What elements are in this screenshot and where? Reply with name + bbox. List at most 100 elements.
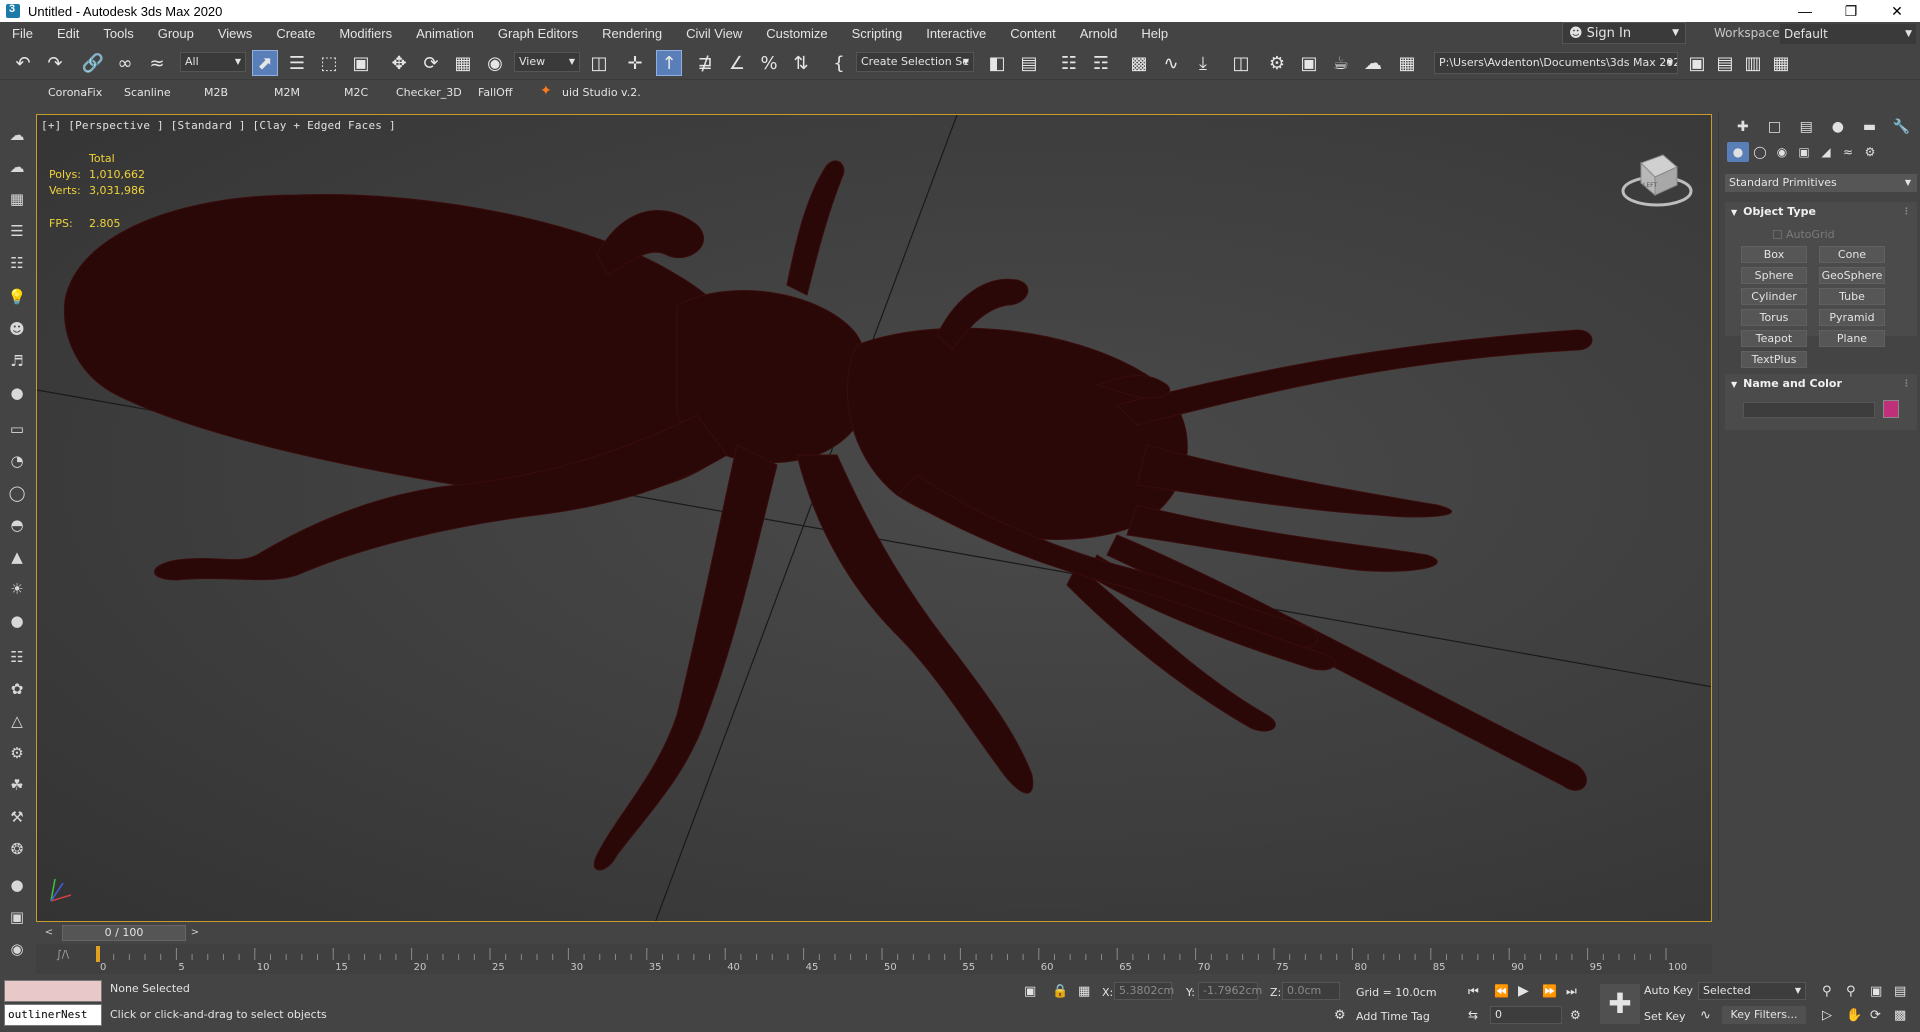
systems-icon[interactable]: ⚙ [1859, 142, 1881, 162]
primitive-category-dropdown[interactable]: Standard Primitives ▼ [1725, 174, 1917, 192]
plane-icon[interactable]: ▭ [6, 418, 28, 440]
motion-icon[interactable]: ● [1822, 116, 1854, 138]
snaps-toggle-icon[interactable]: ⋣ [692, 50, 718, 76]
named-selection-dropdown[interactable]: Create Selection Se ▼ [856, 52, 974, 72]
minimize-icon[interactable]: — [1782, 0, 1828, 22]
create-object-icon[interactable]: ☁ [6, 124, 28, 146]
time-configuration-icon[interactable]: ⚙ [1570, 1008, 1581, 1022]
plane-button[interactable]: Plane [1819, 330, 1885, 347]
tube-button[interactable]: Tube [1819, 288, 1885, 305]
x-coordinate-field[interactable]: 5.3802cm [1114, 982, 1174, 1000]
align-icon[interactable]: ▤ [1016, 50, 1042, 76]
rectangular-selection-icon[interactable]: ⬚ [316, 50, 342, 76]
select-object-icon[interactable]: ⬈ [252, 50, 278, 76]
pivot-point-icon[interactable]: ◫ [586, 50, 612, 76]
container-icon[interactable]: ▣ [1684, 50, 1710, 76]
maxscript-mini-listener[interactable]: outlinerNest [4, 1004, 102, 1026]
toggle-layer-explorer-icon[interactable]: ☶ [1088, 50, 1114, 76]
material-browser-icon[interactable]: ▦ [6, 188, 28, 210]
selection-filter-dropdown[interactable]: All ▼ [180, 52, 246, 72]
go-to-end-icon[interactable]: ⏭ [1566, 984, 1577, 999]
falloff-button[interactable]: FallOff [478, 86, 512, 99]
sphere-icon[interactable]: ◯ [6, 482, 28, 504]
schematic-view-icon[interactable]: ⤓ [1190, 50, 1216, 76]
edit-named-selection-icon[interactable]: { [826, 50, 852, 76]
menu-arnold[interactable]: Arnold [1068, 22, 1130, 46]
container-update-icon[interactable]: ▦ [1768, 50, 1794, 76]
menu-rendering[interactable]: Rendering [590, 22, 674, 46]
menu-edit[interactable]: Edit [45, 22, 91, 46]
select-by-name-icon[interactable]: ☰ [284, 50, 310, 76]
absolute-mode-icon[interactable]: ▦ [1078, 984, 1090, 999]
object-type-header[interactable]: ▼ Object Type ⋮ [1725, 202, 1917, 222]
menu-file[interactable]: File [0, 22, 45, 46]
mirror-icon[interactable]: ◧ [984, 50, 1010, 76]
ball-icon[interactable]: ● [6, 874, 28, 896]
workspace-select[interactable]: Default ▼ [1780, 24, 1916, 44]
set-keys-button[interactable]: ✚ [1600, 984, 1640, 1024]
menu-create[interactable]: Create [264, 22, 327, 46]
rotate-icon[interactable]: ⟳ [418, 50, 444, 76]
spiral-icon[interactable]: ❂ [6, 838, 28, 860]
helpers-icon[interactable]: ◢ [1815, 142, 1837, 162]
z-coordinate-field[interactable]: 0.0cm [1282, 982, 1340, 1000]
plant-icon[interactable]: ☘ [6, 774, 28, 796]
render-in-cloud-icon[interactable]: ☁ [1360, 50, 1386, 76]
maximize-viewport-icon[interactable]: ▩ [1894, 1008, 1906, 1023]
orbit-icon[interactable]: ⟳ [1870, 1008, 1881, 1023]
sign-in-button[interactable]: ☻ Sign In ▼ [1562, 22, 1686, 44]
rendered-frame-window-icon[interactable]: ▣ [1296, 50, 1322, 76]
y-coordinate-field[interactable]: -1.7962cm [1198, 982, 1262, 1000]
window-crossing-icon[interactable]: ▣ [348, 50, 374, 76]
camera-icon[interactable]: ☻ [6, 318, 28, 340]
cloud-icon[interactable]: ☁ [6, 156, 28, 178]
auto-key-button[interactable]: Auto Key [1644, 984, 1693, 997]
key-filters-button[interactable]: Key Filters... [1722, 1006, 1806, 1024]
textplus-button[interactable]: TextPlus [1741, 351, 1807, 368]
object-name-input[interactable] [1743, 402, 1875, 418]
default-in-out-tangents-icon[interactable]: ∿ [1700, 1008, 1711, 1023]
go-to-start-icon[interactable]: ⏮ [1468, 984, 1479, 999]
autogrid-checkbox[interactable]: AutoGrid [1773, 228, 1835, 241]
render-icon[interactable]: ◉ [6, 938, 28, 960]
speaker-icon[interactable]: ♬ [6, 350, 28, 372]
modify-icon[interactable]: □ [1759, 116, 1791, 138]
render-to-texture-icon[interactable]: ▦ [1394, 50, 1420, 76]
cone-button[interactable]: Cone [1819, 246, 1885, 263]
cameras-icon[interactable]: ▣ [1793, 142, 1815, 162]
perspective-viewport[interactable]: [+] [Perspective ] [Standard ] [Clay + E… [36, 114, 1712, 922]
time-slider-thumb[interactable]: 0 / 100 [62, 925, 186, 941]
toggle-scene-explorer-icon[interactable]: ☷ [1056, 50, 1082, 76]
particle-icon[interactable]: ✿ [6, 678, 28, 700]
field-of-view-icon[interactable]: ▷ [1822, 1008, 1832, 1023]
close-icon[interactable]: ✕ [1874, 0, 1920, 22]
keyboard-shortcut-override-icon[interactable]: ↑ [656, 50, 682, 76]
time-slider[interactable]: < 0 / 100 > [36, 924, 1712, 942]
pan-icon[interactable]: ✋ [1846, 1008, 1862, 1023]
render-setup-icon[interactable]: ⚙ [1264, 50, 1290, 76]
scanline-button[interactable]: Scanline [124, 86, 171, 99]
fluid-studio-button[interactable]: uid Studio v.2. [562, 86, 641, 99]
create-icon[interactable]: ✚ [1727, 116, 1759, 138]
zoom-all-icon[interactable]: ⚲ [1846, 984, 1856, 999]
scale-icon[interactable]: ▦ [450, 50, 476, 76]
m2c-button[interactable]: M2C [344, 86, 368, 99]
m2m-button[interactable]: M2M [274, 86, 300, 99]
hair-icon[interactable]: ☷ [6, 646, 28, 668]
hierarchy-icon[interactable]: ▤ [1790, 116, 1822, 138]
hf-icon[interactable]: ⚒ [6, 806, 28, 828]
select-manipulate-icon[interactable]: ✛ [622, 50, 648, 76]
teapot-button[interactable]: Teapot [1741, 330, 1807, 347]
pyramid-button[interactable]: Pyramid [1819, 309, 1885, 326]
key-selection-dropdown[interactable]: Selected ▼ [1698, 982, 1806, 1000]
isolate-selection-icon[interactable]: ▣ [1024, 984, 1036, 999]
percent-snap-icon[interactable]: % [756, 50, 782, 76]
menu-views[interactable]: Views [206, 22, 264, 46]
bind-space-warp-icon[interactable]: ≈ [144, 50, 170, 76]
geosphere-button[interactable]: GeoSphere [1819, 267, 1885, 284]
set-key-button[interactable]: Set Key [1644, 1010, 1686, 1023]
checker-3d-button[interactable]: Checker_3D [396, 86, 462, 99]
gear-sphere-icon[interactable]: ⚙ [6, 742, 28, 764]
menu-graph-editors[interactable]: Graph Editors [486, 22, 590, 46]
curve-editor-icon[interactable]: ∿ [1158, 50, 1184, 76]
